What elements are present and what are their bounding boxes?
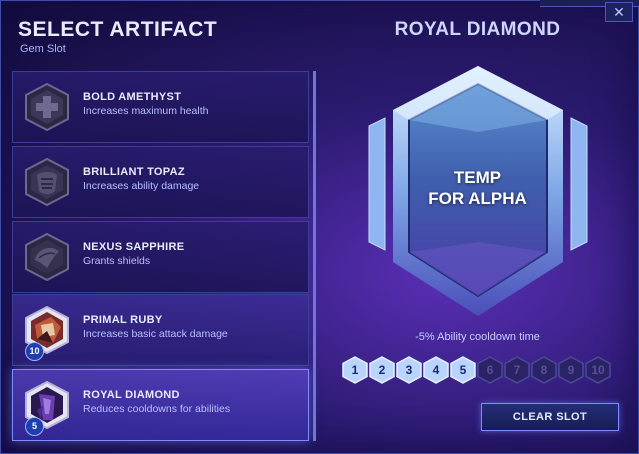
level-8-button[interactable]: 8	[531, 356, 557, 384]
level-number: 1	[351, 363, 359, 377]
level-10-button[interactable]: 10	[585, 356, 611, 384]
page-title: SELECT ARTIFACT	[18, 18, 218, 41]
level-number: 6	[486, 363, 494, 377]
level-number: 8	[540, 363, 548, 377]
level-6-button[interactable]: 6	[477, 356, 503, 384]
artifact-item-primal-ruby[interactable]: 10 PRIMAL RUBY Increases basic attack da…	[12, 294, 309, 366]
artifact-description: Increases ability damage	[83, 180, 200, 192]
topaz-gem-icon	[25, 157, 69, 207]
artifact-item-brilliant-topaz[interactable]: BRILLIANT TOPAZ Increases ability damage	[12, 146, 309, 218]
level-4-button[interactable]: 4	[423, 356, 449, 384]
level-number: 7	[513, 363, 521, 377]
list-scrollbar[interactable]	[313, 71, 316, 441]
level-number: 9	[567, 363, 575, 377]
level-selector: 1 2 3 4 5 6 7 8 9 10	[342, 356, 617, 384]
artifact-item-bold-amethyst[interactable]: BOLD AMETHYST Increases maximum health	[12, 71, 309, 143]
level-2-button[interactable]: 2	[369, 356, 395, 384]
level-3-button[interactable]: 3	[396, 356, 422, 384]
artifact-description: Increases basic attack damage	[83, 328, 228, 340]
amethyst-gem-icon	[25, 82, 69, 132]
scrollbar-thumb[interactable]	[313, 71, 316, 441]
level-number: 2	[378, 363, 386, 377]
level-1-button[interactable]: 1	[342, 356, 368, 384]
effect-text: -5% Ability cooldown time	[415, 331, 540, 343]
artifact-item-royal-diamond[interactable]: 5 ROYAL DIAMOND Reduces cooldowns for ab…	[12, 369, 309, 441]
level-number: 3	[405, 363, 413, 377]
artifact-description: Grants shields	[83, 255, 151, 267]
level-badge: 10	[25, 342, 44, 361]
artifact-list: BOLD AMETHYST Increases maximum health B…	[12, 71, 309, 442]
gem-placeholder-text: TEMP FOR ALPHA	[395, 167, 560, 209]
artifact-name: ROYAL DIAMOND	[83, 389, 180, 401]
level-number: 4	[432, 363, 440, 377]
artifact-description: Reduces cooldowns for abilities	[83, 403, 231, 415]
placeholder-line-2: FOR ALPHA	[428, 189, 527, 208]
artifact-description: Increases maximum health	[83, 105, 209, 117]
level-7-button[interactable]: 7	[504, 356, 530, 384]
level-number: 10	[591, 363, 605, 377]
artifact-name: BRILLIANT TOPAZ	[83, 166, 185, 178]
level-9-button[interactable]: 9	[558, 356, 584, 384]
detail-title: ROYAL DIAMOND	[394, 19, 561, 40]
clear-slot-button[interactable]: CLEAR SLOT	[481, 403, 619, 431]
artifact-item-nexus-sapphire[interactable]: NEXUS SAPPHIRE Grants shields	[12, 221, 309, 293]
artifact-name: NEXUS SAPPHIRE	[83, 241, 185, 253]
artifact-name: BOLD AMETHYST	[83, 91, 182, 103]
sapphire-gem-icon	[25, 232, 69, 282]
page-subtitle: Gem Slot	[20, 43, 66, 55]
level-5-button[interactable]: 5	[450, 356, 476, 384]
level-number: 5	[459, 363, 467, 377]
artifact-name: PRIMAL RUBY	[83, 314, 163, 326]
placeholder-line-1: TEMP	[453, 168, 502, 187]
level-badge: 5	[25, 417, 44, 436]
